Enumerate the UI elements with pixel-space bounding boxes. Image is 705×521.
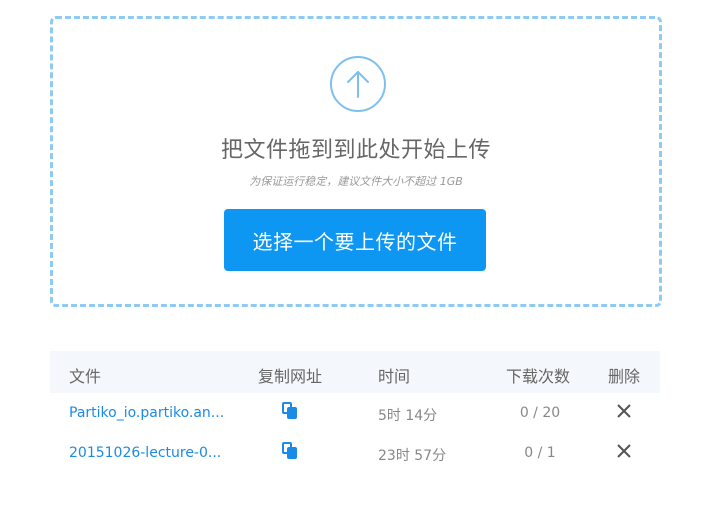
upload-dropzone[interactable]: 把文件拖到到此处开始上传 为保证运行稳定，建议文件大小不超过 1GB 选择一个要… [50,16,662,307]
time-remaining: 5时 14分 [378,408,438,424]
choose-file-button[interactable]: 选择一个要上传的文件 [224,209,486,271]
copy-link-icon[interactable] [282,442,298,460]
time-remaining: 23时 57分 [378,448,447,464]
file-link[interactable]: Partiko_io.partiko.an... [69,405,224,421]
copy-link-icon[interactable] [282,402,298,420]
download-count: 0 / 20 [519,405,561,421]
header-delete: 删除 [608,367,641,386]
table-row: 20151026-lecture-0... 23时 57分 0 / 1 [50,433,660,473]
dropzone-title: 把文件拖到到此处开始上传 [220,138,491,163]
dropzone-hint: 为保证运行稳定，建议文件大小不超过 1GB [249,175,463,188]
header-copy-url: 复制网址 [258,367,323,386]
upload-file-table: 文件 复制网址 时间 下载次数 删除 Partiko_io.partiko.an… [50,351,660,473]
download-count: 0 / 1 [524,445,556,461]
header-downloads: 下载次数 [506,367,571,386]
delete-icon[interactable] [617,404,631,418]
table-row: Partiko_io.partiko.an... 5时 14分 0 / 20 [50,393,660,433]
upload-page: 把文件拖到到此处开始上传 为保证运行稳定，建议文件大小不超过 1GB 选择一个要… [0,0,705,521]
file-link[interactable]: 20151026-lecture-0... [69,445,221,461]
table-header: 文件 复制网址 时间 下载次数 删除 [50,351,660,393]
header-file: 文件 [69,367,102,386]
header-time: 时间 [378,367,411,386]
delete-icon[interactable] [617,444,631,458]
upload-arrow-icon [330,56,386,112]
